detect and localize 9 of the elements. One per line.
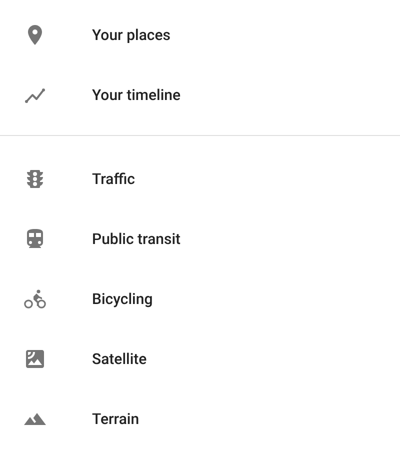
menu-item[interactable]: Terrain bbox=[0, 389, 400, 449]
menu-item[interactable]: Satellite bbox=[0, 329, 400, 389]
satellite-image-icon bbox=[23, 347, 47, 371]
menu-item[interactable]: Traffic bbox=[0, 149, 400, 209]
menu-item[interactable]: Bicycling bbox=[0, 269, 400, 329]
menu-item[interactable]: Your places bbox=[0, 5, 400, 65]
menu-item[interactable]: Public transit bbox=[0, 209, 400, 269]
bicycle-icon bbox=[23, 287, 47, 311]
menu-item[interactable]: Your timeline bbox=[0, 65, 400, 125]
